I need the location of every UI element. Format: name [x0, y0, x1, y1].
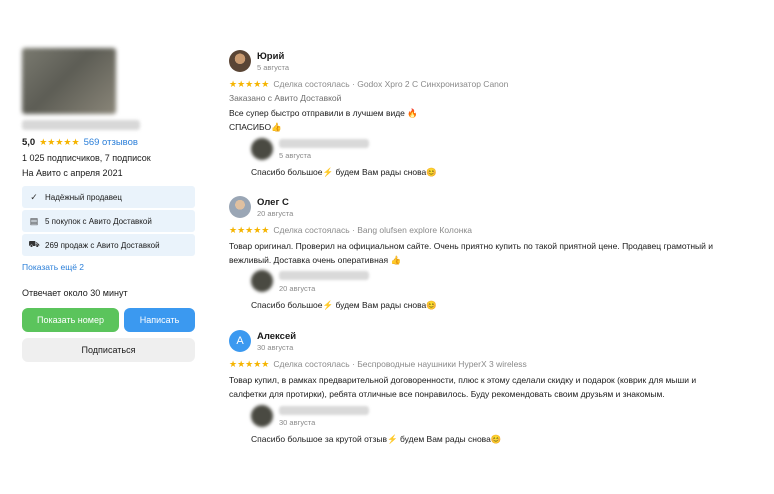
- review-stars-icon: ★★★★★: [229, 359, 270, 369]
- badge-purchases: ▤ 5 покупок с Авито Доставкой: [22, 210, 195, 232]
- truck-icon: ⛟: [28, 239, 40, 249]
- check-circle-icon: ✓: [30, 191, 38, 202]
- review-text-line: салфетки для протирки), ребята отличные …: [229, 389, 665, 399]
- badge-label: 269 продаж с Авито Доставкой: [45, 240, 160, 250]
- member-since: На Авито с апреля 2021: [22, 168, 123, 178]
- show-phone-button[interactable]: Показать номер: [22, 308, 119, 332]
- reviewer-name[interactable]: Олег С: [257, 197, 289, 208]
- seller-rating: 5,0 ★★★★★ 569 отзывов: [22, 137, 138, 148]
- review-stars-icon: ★★★★★: [229, 225, 270, 235]
- show-more-link[interactable]: Показать ещё 2: [22, 262, 84, 272]
- seller-reply-text: Спасибо большое за крутой отзыв⚡ будем В…: [251, 434, 502, 444]
- doc-icon: ▤: [29, 215, 39, 226]
- reviewer-avatar[interactable]: [229, 196, 251, 218]
- review-stars-icon: ★★★★★: [229, 79, 270, 89]
- seller-reply-avatar: [251, 405, 273, 427]
- seller-reply-avatar: [251, 270, 273, 292]
- rating-stars-icon: ★★★★★: [39, 137, 80, 147]
- reviewer-name[interactable]: Алексей: [257, 331, 296, 342]
- review-text-line: вежливый. Доставка очень оперативная 👍: [229, 255, 402, 265]
- seller-reply-name: [279, 406, 369, 415]
- seller-avatar[interactable]: [22, 48, 116, 114]
- seller-name[interactable]: [22, 120, 140, 130]
- reply-date: 20 августа: [279, 284, 316, 293]
- review-meta: ★★★★★ Сделка состоялась · Godox Xpro 2 C …: [229, 79, 508, 90]
- badge-sales: ⛟ 269 продаж с Авито Доставкой: [22, 234, 195, 256]
- write-button[interactable]: Написать: [124, 308, 195, 332]
- review-text-line: Товар купил, в рамках предварительной до…: [229, 375, 697, 385]
- seller-badges: ✓ Надёжный продавец ▤ 5 покупок с Авито …: [22, 186, 195, 258]
- reply-date: 30 августа: [279, 418, 316, 427]
- badge-label: Надёжный продавец: [45, 192, 122, 202]
- review-date: 20 августа: [257, 209, 294, 218]
- review-deal: Сделка состоялась · Bang olufsen explore…: [273, 225, 473, 235]
- rating-value: 5,0: [22, 137, 36, 148]
- review-meta: ★★★★★ Сделка состоялась · Bang olufsen ex…: [229, 225, 472, 236]
- review-date: 30 августа: [257, 343, 294, 352]
- review-date: 5 августа: [257, 63, 290, 72]
- seller-reply-name: [279, 139, 369, 148]
- reply-time: Отвечает около 30 минут: [22, 288, 128, 298]
- badge-reliable-seller: ✓ Надёжный продавец: [22, 186, 195, 208]
- review-deal: Сделка состоялась · Беспроводные наушник…: [273, 359, 527, 369]
- seller-reply-avatar: [251, 138, 273, 160]
- seller-reply-text: Спасибо большое⚡ будем Вам рады снова😊: [251, 300, 437, 310]
- review-text: Товар купил, в рамках предварительной до…: [229, 373, 744, 401]
- review-text: Товар оригинал. Проверил на официальном …: [229, 239, 744, 267]
- reviewer-name[interactable]: Юрий: [257, 51, 284, 62]
- seller-reply-text: Спасибо большое⚡ будем Вам рады снова😊: [251, 167, 437, 177]
- badge-label: 5 покупок с Авито Доставкой: [45, 216, 152, 226]
- reviews-link[interactable]: 569 отзывов: [84, 137, 138, 148]
- reviewer-avatar[interactable]: [229, 50, 251, 72]
- review-text-line: Товар оригинал. Проверил на официальном …: [229, 241, 713, 251]
- reviewer-avatar[interactable]: А: [229, 330, 251, 352]
- seller-reply-name: [279, 271, 369, 280]
- review-text-line: Все супер быстро отправили в лучшем виде…: [229, 108, 418, 118]
- review-meta: ★★★★★ Сделка состоялась · Беспроводные на…: [229, 359, 527, 370]
- followers-count: 1 025 подписчиков, 7 подписок: [22, 153, 151, 163]
- review-delivery-note: Заказано с Авито Доставкой: [229, 93, 342, 103]
- review-deal: Сделка состоялась · Godox Xpro 2 C Синхр…: [273, 79, 509, 89]
- subscribe-button[interactable]: Подписаться: [22, 338, 195, 362]
- review-text: Все супер быстро отправили в лучшем виде…: [229, 106, 744, 134]
- review-text-line: СПАСИБО👍: [229, 122, 282, 132]
- reply-date: 5 августа: [279, 151, 312, 160]
